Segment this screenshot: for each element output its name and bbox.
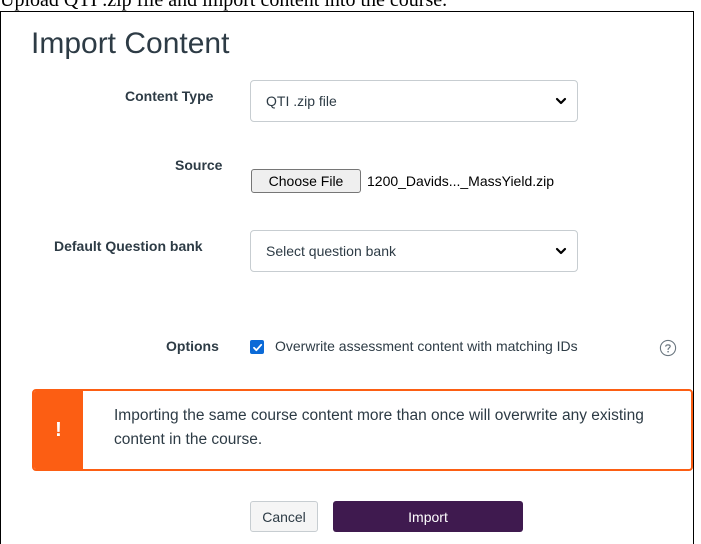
alert-message: Importing the same course content more t… — [114, 407, 644, 448]
question-bank-label: Default Question bank — [54, 238, 203, 254]
content-type-label: Content Type — [125, 88, 214, 104]
alert-icon-bar: ! — [34, 391, 83, 469]
import-button[interactable]: Import — [333, 501, 523, 532]
cropped-top-text-content: Upload QTI .zip file and import content … — [0, 0, 448, 11]
cancel-button[interactable]: Cancel — [250, 501, 318, 532]
chevron-down-icon — [555, 247, 567, 255]
question-bank-select[interactable]: Select question bank — [250, 230, 578, 272]
options-label: Options — [166, 338, 219, 354]
page-title: Import Content — [31, 27, 230, 60]
source-label: Source — [175, 157, 223, 173]
chevron-down-icon — [555, 97, 567, 105]
warning-alert: ! Importing the same course content more… — [32, 389, 693, 471]
content-type-select[interactable]: QTI .zip file — [250, 80, 578, 122]
exclamation-icon: ! — [55, 418, 62, 441]
question-circle-icon[interactable] — [659, 339, 677, 357]
check-icon — [252, 343, 262, 351]
overwrite-checkbox-label: Overwrite assessment content with matchi… — [275, 338, 578, 354]
content-type-value: QTI .zip file — [266, 93, 337, 109]
choose-file-button[interactable]: Choose File — [251, 169, 361, 193]
question-bank-value: Select question bank — [266, 243, 396, 259]
overwrite-checkbox[interactable] — [250, 340, 264, 354]
selected-file-name: 1200_Davids..._MassYield.zip — [367, 173, 555, 189]
